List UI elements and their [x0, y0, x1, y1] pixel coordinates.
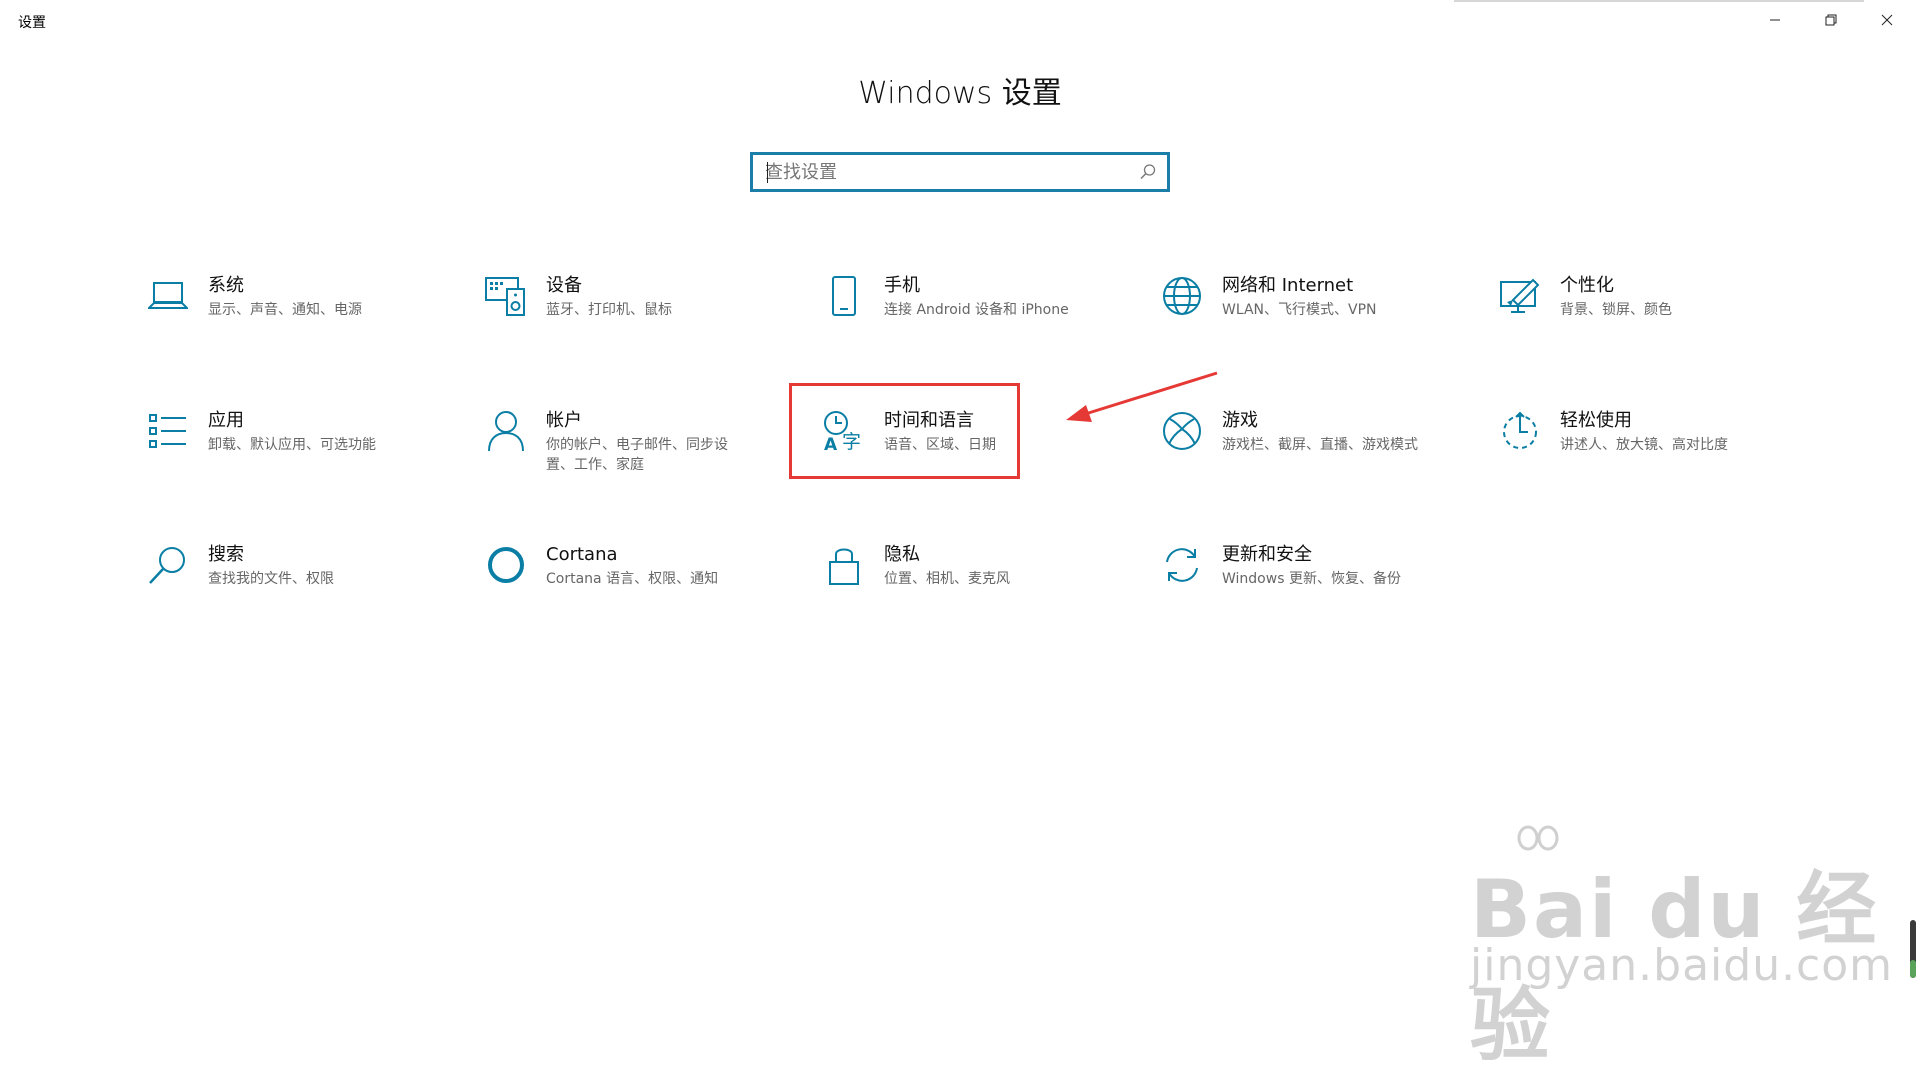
- tile-name: 帐户: [546, 410, 582, 431]
- tile-devices[interactable]: 设备蓝牙、打印机、鼠标: [484, 274, 814, 374]
- ease-of-access-icon: [1498, 409, 1542, 453]
- tile-name: 设备: [546, 275, 582, 296]
- minimize-icon: [1770, 19, 1780, 21]
- laptop-icon: [146, 274, 190, 318]
- search-icon: [1140, 164, 1156, 180]
- tile-desc: WLAN、飞行模式、VPN: [1222, 302, 1377, 318]
- tile-desc: 查找我的文件、权限: [208, 571, 334, 587]
- tile-desc: Cortana 语言、权限、通知: [546, 571, 719, 587]
- title-bar: 设置: [0, 0, 1920, 40]
- search-input[interactable]: [753, 155, 1125, 189]
- restore-button[interactable]: [1803, 0, 1859, 40]
- page-title: Windows 设置: [858, 76, 1062, 111]
- tile-privacy[interactable]: 隐私位置、相机、麦克风: [822, 543, 1152, 643]
- devices-icon: [484, 274, 528, 318]
- tile-apps[interactable]: 应用卸载、默认应用、可选功能: [146, 409, 476, 509]
- tile-desc: 背景、锁屏、颜色: [1560, 302, 1672, 318]
- tile-personalization[interactable]: 个性化背景、锁屏、颜色: [1498, 274, 1828, 374]
- tile-name: Cortana: [546, 544, 618, 565]
- tile-name: 隐私: [884, 544, 920, 565]
- apps-list-icon: [146, 409, 190, 453]
- tile-name: 搜索: [208, 544, 244, 565]
- tile-update-security[interactable]: 更新和安全 Windows 更新、恢复、备份: [1160, 543, 1490, 643]
- sync-icon: [1160, 543, 1204, 587]
- watermark-url: jingyan.baidu.com: [1470, 940, 1894, 991]
- search-box[interactable]: [751, 153, 1169, 191]
- tile-desc: 位置、相机、麦克风: [884, 571, 1010, 587]
- tile-system[interactable]: 系统显示、声音、通知、电源: [146, 274, 476, 374]
- phone-icon: [822, 274, 866, 318]
- cortana-icon: [484, 543, 528, 587]
- tile-ease-of-access[interactable]: 轻松使用讲述人、放大镜、高对比度: [1498, 409, 1828, 509]
- tile-desc: 显示、声音、通知、电源: [208, 302, 362, 318]
- restore-icon: [1825, 14, 1837, 26]
- tile-desc: 讲述人、放大镜、高对比度: [1560, 437, 1728, 453]
- scrollbar-indicator: [1910, 960, 1916, 978]
- tile-name: 个性化: [1560, 275, 1614, 296]
- minimize-button[interactable]: [1747, 0, 1803, 40]
- lock-icon: [822, 543, 866, 587]
- personalization-icon: [1498, 274, 1542, 318]
- tile-name: 游戏: [1222, 410, 1258, 431]
- tile-name: 应用: [208, 410, 244, 431]
- tile-phone[interactable]: 手机连接 Android 设备和 iPhone: [822, 274, 1152, 374]
- annotation-arrow-icon: [1066, 371, 1218, 422]
- tile-desc: 你的帐户、电子邮件、同步设置、工作、家庭: [546, 437, 728, 473]
- tile-desc: Windows 更新、恢复、备份: [1222, 571, 1401, 587]
- tile-name: 更新和安全: [1222, 544, 1312, 565]
- highlight-box: [789, 383, 1020, 479]
- tile-desc: 蓝牙、打印机、鼠标: [546, 302, 672, 318]
- tile-name: 网络和 Internet: [1222, 275, 1354, 296]
- tile-name: 轻松使用: [1560, 410, 1632, 431]
- tile-desc: 卸载、默认应用、可选功能: [208, 437, 376, 453]
- person-icon: [484, 409, 528, 453]
- search-icon: [146, 543, 190, 587]
- tile-name: 手机: [884, 275, 920, 296]
- tile-network[interactable]: 网络和 Internet WLAN、飞行模式、VPN: [1160, 274, 1490, 374]
- tile-name: 系统: [208, 275, 244, 296]
- tile-desc: 游戏栏、截屏、直播、游戏模式: [1222, 437, 1418, 453]
- text-caret: [767, 162, 768, 183]
- tile-search[interactable]: 搜索查找我的文件、权限: [146, 543, 476, 643]
- app-title: 设置: [18, 15, 46, 31]
- tile-desc: 连接 Android 设备和 iPhone: [884, 302, 1069, 318]
- close-button[interactable]: [1859, 0, 1915, 40]
- tile-cortana[interactable]: Cortana Cortana 语言、权限、通知: [484, 543, 814, 643]
- globe-icon: [1160, 274, 1204, 318]
- tile-accounts[interactable]: 帐户你的帐户、电子邮件、同步设置、工作、家庭: [484, 409, 814, 509]
- close-icon: [1881, 14, 1893, 26]
